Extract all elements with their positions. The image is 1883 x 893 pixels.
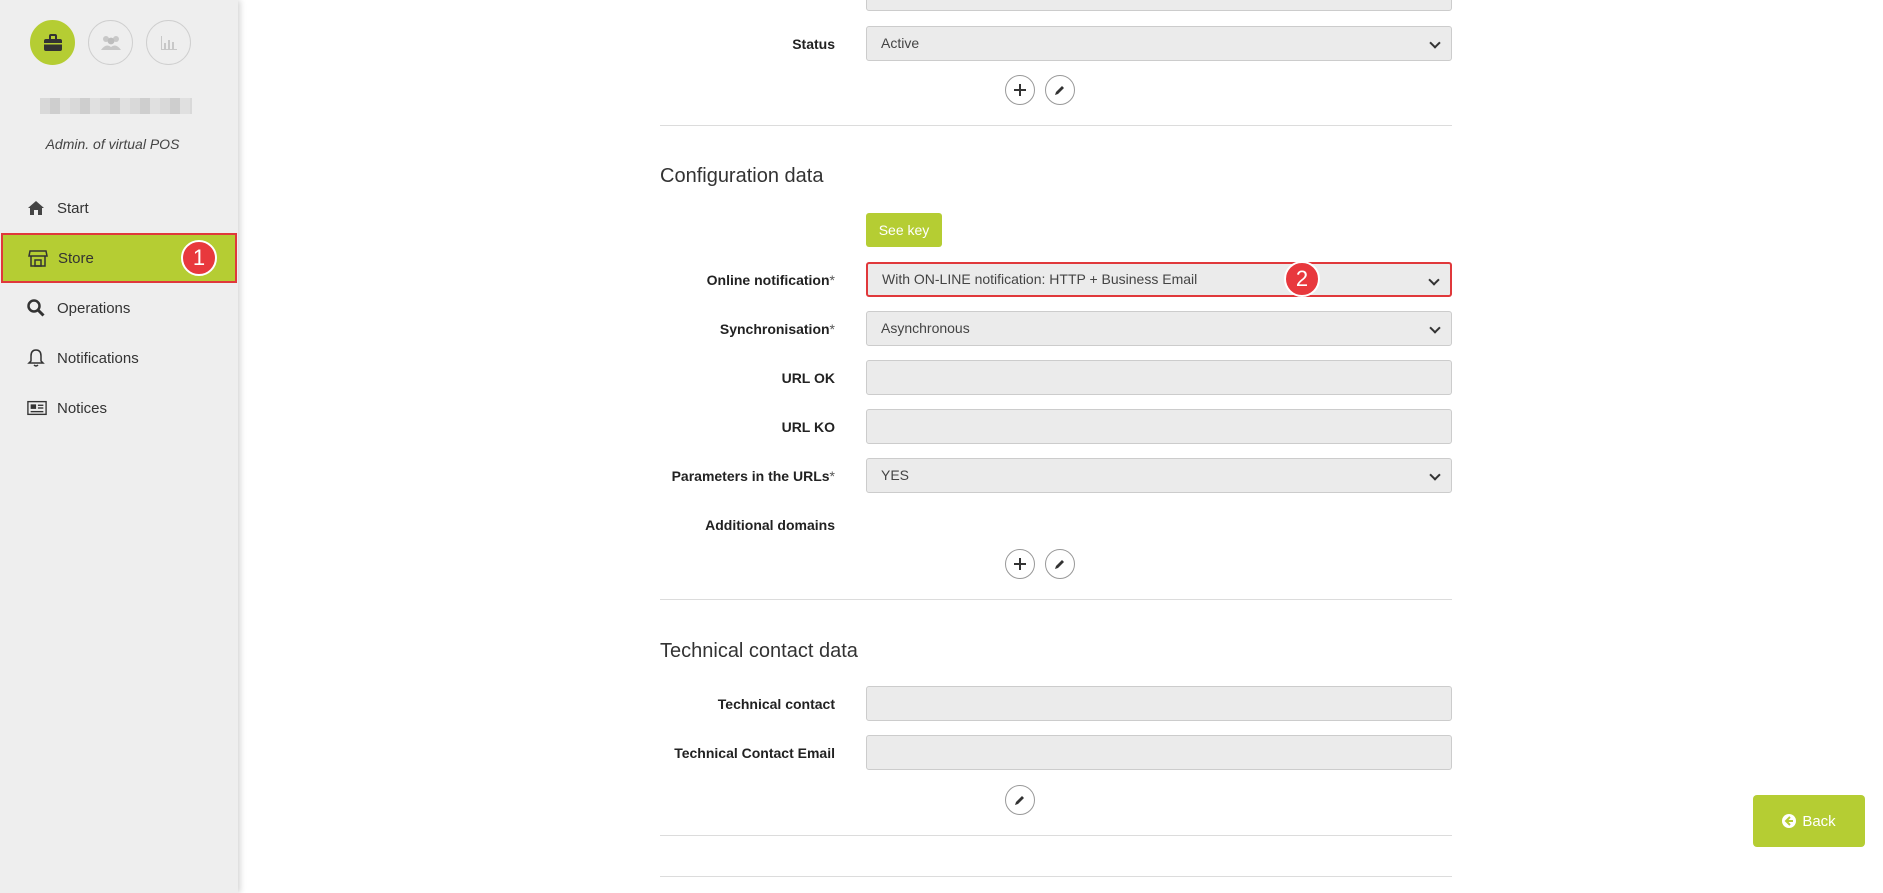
row-status: Status Active: [660, 26, 1452, 62]
domains-actions: [1005, 549, 1075, 579]
technical-email-label: Technical Contact Email: [674, 745, 835, 761]
sidebar-item-start[interactable]: Start: [0, 183, 238, 233]
pencil-icon: [1055, 86, 1064, 95]
edit-technical-button[interactable]: [1005, 785, 1035, 815]
technical-email-input[interactable]: [866, 735, 1452, 770]
step-badge-2: 2: [1284, 261, 1320, 297]
username-redacted: [40, 98, 192, 114]
row-parameters: Parameters in the URLs* YES: [660, 458, 1452, 494]
url-ok-input[interactable]: [866, 360, 1452, 395]
row-technical-contact: Technical contact: [660, 686, 1452, 722]
sidebar-nav: Start Store 1 Operations Notifications N…: [0, 183, 238, 433]
technical-contact-label: Technical contact: [717, 696, 835, 712]
sidebar-item-label: Store: [58, 249, 94, 267]
top-icons: [30, 20, 191, 65]
edit-domain-button[interactable]: [1045, 549, 1075, 579]
plus-icon: [1014, 558, 1026, 570]
sidebar-item-notifications[interactable]: Notifications: [0, 333, 238, 383]
sidebar-item-store[interactable]: Store 1: [1, 233, 237, 283]
row-url-ok: URL OK: [660, 360, 1452, 396]
sidebar-item-label: Notices: [57, 399, 108, 417]
bell-icon: [27, 348, 47, 368]
url-ko-label: URL KO: [781, 419, 835, 435]
section-title-configuration: Configuration data: [660, 165, 824, 187]
synchronisation-select[interactable]: Asynchronous: [866, 311, 1452, 346]
row-technical-email: Technical Contact Email: [660, 735, 1452, 771]
user-role: Admin. of virtual POS: [45, 136, 180, 152]
see-key-button[interactable]: See key: [866, 213, 942, 247]
back-button[interactable]: Back: [1753, 795, 1865, 847]
online-notification-select[interactable]: With ON-LINE notification: HTTP + Busine…: [866, 262, 1452, 297]
bar-chart-icon[interactable]: [146, 20, 191, 65]
section-title-technical: Technical contact data: [660, 640, 858, 662]
divider: [660, 599, 1452, 600]
home-icon: [27, 198, 47, 218]
sidebar-item-label: Start: [57, 199, 89, 217]
status-select[interactable]: Active: [866, 26, 1452, 61]
users-icon[interactable]: [88, 20, 133, 65]
briefcase-icon[interactable]: [30, 20, 75, 65]
store-icon: [28, 248, 48, 268]
sidebar-item-notices[interactable]: Notices: [0, 383, 238, 433]
divider: [660, 876, 1452, 877]
pencil-icon: [1055, 560, 1064, 569]
technical-actions: [1005, 785, 1035, 815]
step-badge-1: 1: [181, 240, 217, 276]
newspaper-icon: [27, 398, 47, 418]
sidebar-item-label: Operations: [57, 299, 131, 317]
parameters-select[interactable]: YES: [866, 458, 1452, 493]
row-url-ko: URL KO: [660, 409, 1452, 445]
pencil-icon: [1015, 796, 1024, 805]
add-button[interactable]: [1005, 75, 1035, 105]
divider: [660, 835, 1452, 836]
sidebar-item-label: Notifications: [57, 349, 139, 367]
status-label: Status: [792, 36, 835, 52]
sidebar-item-operations[interactable]: Operations: [0, 283, 238, 333]
row-online-notification: Online notification* With ON-LINE notifi…: [660, 261, 1452, 298]
row-synchronisation: Synchronisation* Asynchronous: [660, 311, 1452, 347]
url-ok-label: URL OK: [781, 370, 835, 386]
partial-top-field[interactable]: [866, 0, 1452, 11]
parameters-label: Parameters in the URLs*: [671, 468, 835, 484]
back-label: Back: [1802, 812, 1836, 830]
plus-icon: [1014, 84, 1026, 96]
search-icon: [27, 298, 47, 318]
technical-contact-input[interactable]: [866, 686, 1452, 721]
synchronisation-label: Synchronisation*: [719, 321, 835, 337]
additional-domains-label: Additional domains: [705, 517, 835, 533]
add-domain-button[interactable]: [1005, 549, 1035, 579]
online-notification-label: Online notification*: [706, 272, 835, 288]
url-ko-input[interactable]: [866, 409, 1452, 444]
edit-button[interactable]: [1045, 75, 1075, 105]
divider: [660, 125, 1452, 126]
general-actions: [1005, 75, 1075, 105]
sidebar: Admin. of virtual POS Start Store 1 Oper…: [0, 0, 238, 893]
row-partial-top: [660, 0, 1452, 12]
row-additional-domains: Additional domains: [660, 507, 1452, 543]
arrow-left-circle-icon: [1782, 814, 1797, 828]
